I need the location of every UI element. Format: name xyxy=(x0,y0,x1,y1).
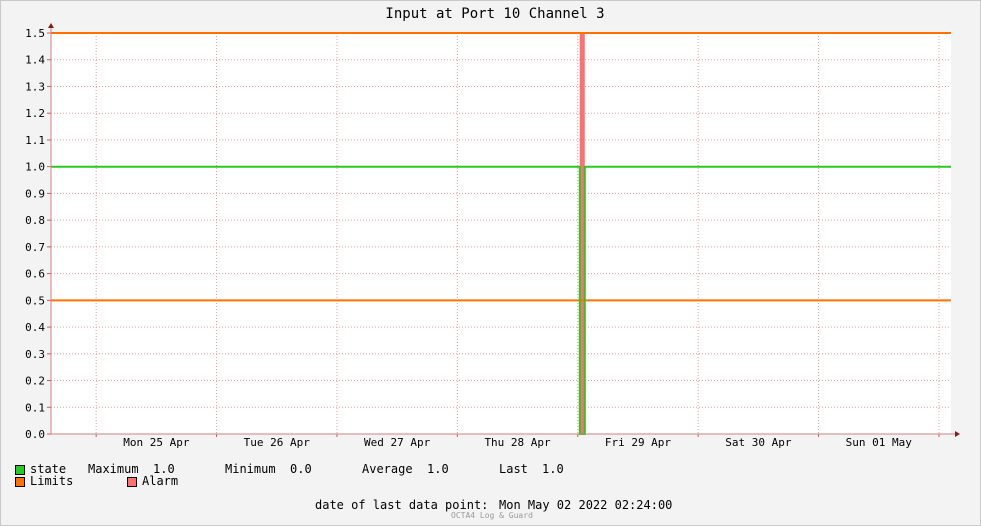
legend-stat-last-label: Last xyxy=(499,462,528,476)
legend-label-alarm: Alarm xyxy=(142,474,179,488)
legend-stat-avg-label: Average xyxy=(362,462,413,476)
legend: state Maximum 1.0 Minimum 0.0 Average 1.… xyxy=(0,0,981,526)
last-data-point-label: date of last data point: xyxy=(315,498,489,512)
footer-credit: OCTA4 Log & Guard xyxy=(451,511,533,520)
legend-stat-max-label: Maximum xyxy=(88,462,139,476)
legend-swatch-state xyxy=(15,465,25,475)
legend-stat-min-value: 0.0 xyxy=(290,462,312,476)
legend-swatch-alarm xyxy=(127,477,137,487)
legend-stat-avg-value: 1.0 xyxy=(427,462,449,476)
legend-swatch-limits xyxy=(15,477,25,487)
legend-stat-min-label: Minimum xyxy=(225,462,276,476)
legend-label-limits: Limits xyxy=(30,474,74,488)
legend-stat-last-value: 1.0 xyxy=(542,462,564,476)
last-data-point-value: Mon May 02 2022 02:24:00 xyxy=(499,498,673,512)
